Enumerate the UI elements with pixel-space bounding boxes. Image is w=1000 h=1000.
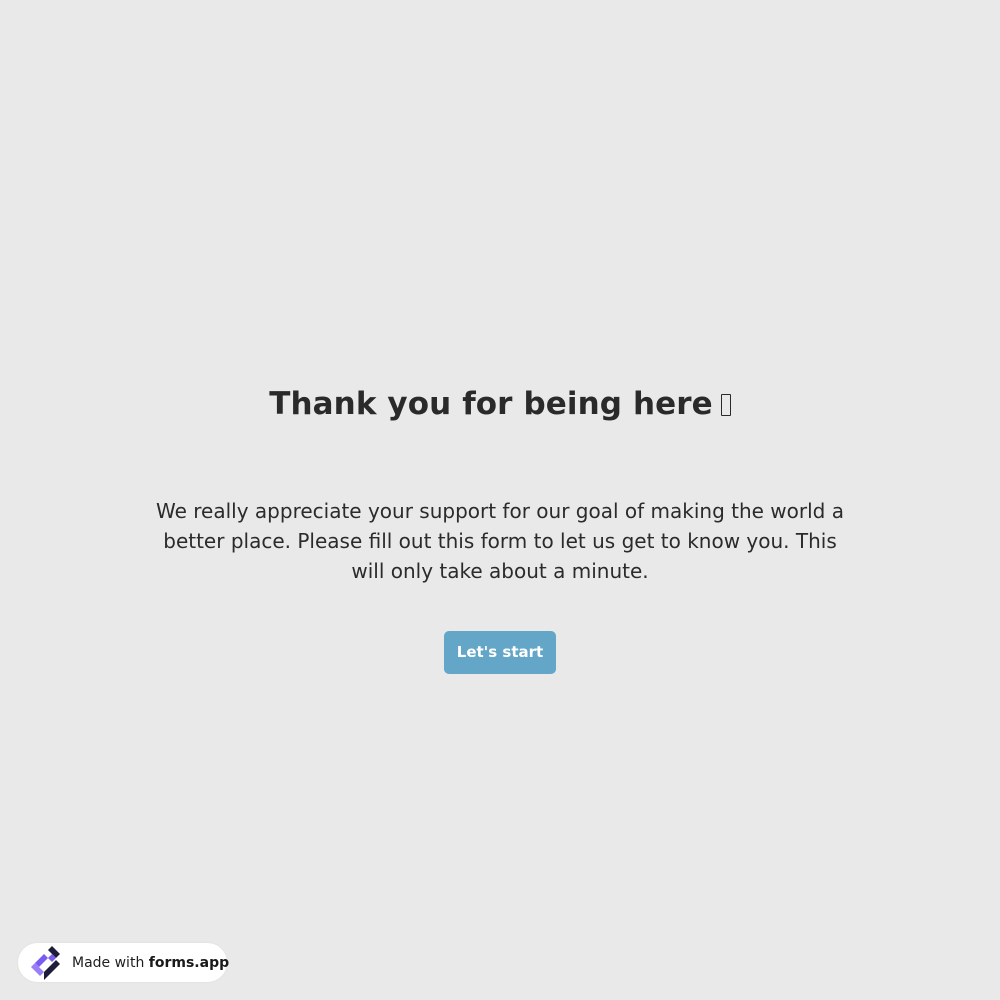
welcome-title-text: Thank you for being here [269, 386, 713, 422]
welcome-screen: Thank you for being here We really appre… [0, 380, 1000, 674]
missing-glyph-icon [720, 394, 731, 416]
badge-brand: forms.app [148, 954, 230, 971]
badge-prefix: Made with [72, 954, 145, 971]
form-welcome-page: Thank you for being here We really appre… [0, 0, 1000, 1000]
welcome-title: Thank you for being here [0, 380, 1000, 428]
badge-text: Made with forms.app [72, 955, 229, 971]
lets-start-button[interactable]: Let's start [443, 631, 557, 674]
made-with-forms-app-badge[interactable]: Made with forms.app [18, 943, 229, 982]
welcome-description: We really appreciate your support for ou… [156, 499, 844, 583]
forms-app-logo-icon [31, 945, 60, 980]
